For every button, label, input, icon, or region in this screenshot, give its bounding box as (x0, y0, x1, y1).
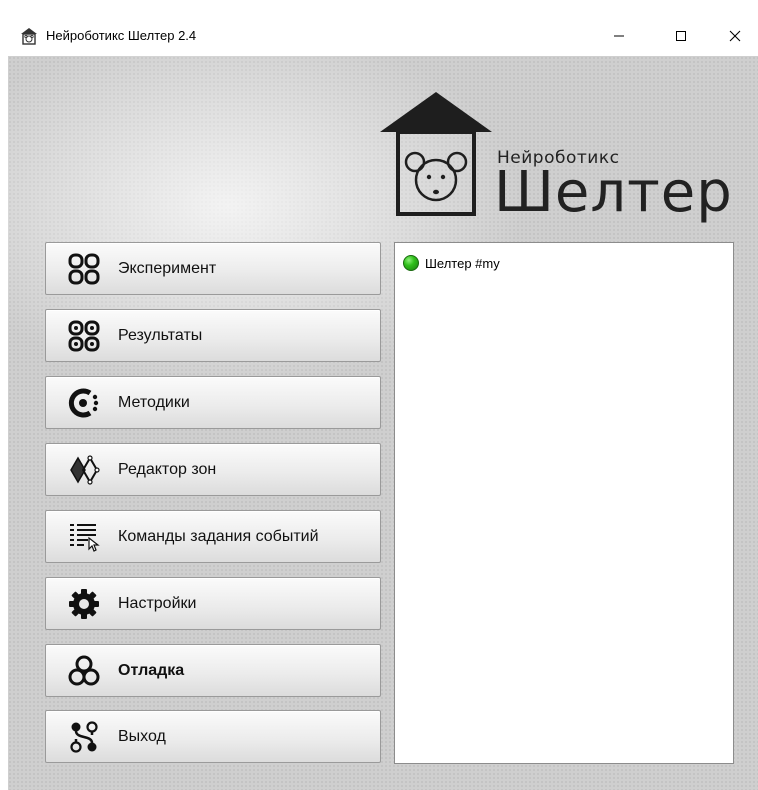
event-commands-label: Команды задания событий (118, 527, 319, 545)
results-button[interactable]: Результаты (45, 309, 381, 362)
exit-label: Выход (118, 727, 166, 745)
debug-icon (68, 655, 100, 687)
close-icon (729, 30, 741, 42)
debug-label: Отладка (118, 661, 185, 679)
experiment-label: Эксперимент (118, 259, 217, 277)
maximize-button[interactable] (658, 16, 704, 56)
methods-icon (68, 387, 100, 419)
results-label: Результаты (118, 326, 203, 344)
settings-gear-icon (68, 588, 100, 620)
methods-label: Методики (118, 393, 190, 411)
methods-button[interactable]: Методики (45, 376, 381, 429)
minimize-icon (614, 35, 624, 37)
close-button[interactable] (712, 16, 758, 56)
maximize-icon (676, 31, 686, 41)
settings-button[interactable]: Настройки (45, 577, 381, 630)
experiment-icon (68, 253, 100, 285)
exit-button[interactable]: Выход (45, 710, 381, 763)
device-label: Шелтер #my (425, 255, 500, 271)
title-bar: Нейроботикс Шелтер 2.4 (0, 16, 758, 56)
minimize-button[interactable] (596, 16, 642, 56)
exit-icon (68, 720, 100, 753)
settings-label: Настройки (118, 594, 197, 612)
status-online-icon (403, 255, 419, 271)
debug-button[interactable]: Отладка (45, 644, 381, 697)
list-item[interactable]: Шелтер #my (403, 255, 500, 271)
event-commands-icon (68, 521, 100, 553)
device-list[interactable]: Шелтер #my (394, 242, 734, 764)
zone-editor-icon (68, 454, 100, 486)
zone-editor-label: Редактор зон (118, 460, 217, 478)
results-icon (68, 320, 100, 352)
house-icon (20, 27, 38, 45)
logo-title: Шелтер (494, 160, 733, 225)
zone-editor-button[interactable]: Редактор зон (45, 443, 381, 496)
experiment-button[interactable]: Эксперимент (45, 242, 381, 295)
window-title: Нейроботикс Шелтер 2.4 (46, 28, 197, 43)
event-commands-button[interactable]: Команды задания событий (45, 510, 381, 563)
